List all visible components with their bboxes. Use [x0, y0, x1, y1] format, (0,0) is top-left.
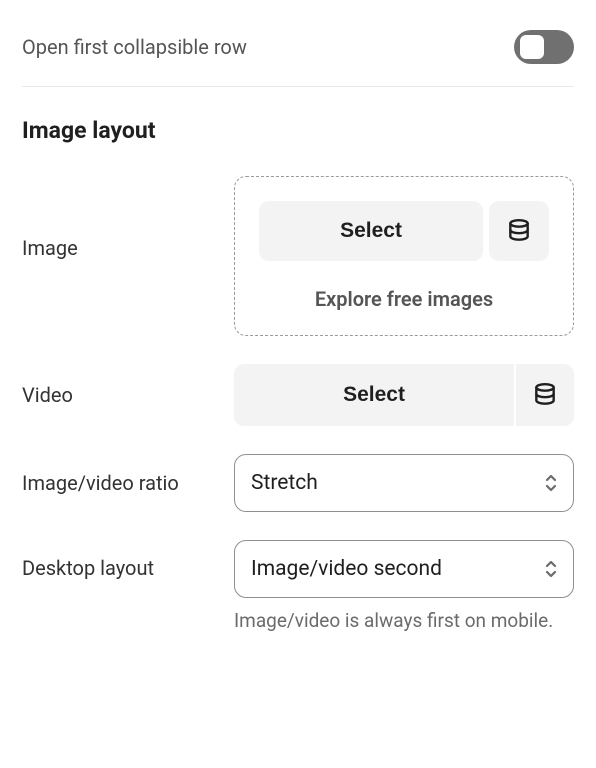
image-row: Image Select Explore free images — [22, 176, 574, 336]
video-row: Video Select — [22, 364, 574, 426]
video-label: Video — [22, 383, 218, 407]
section-title-image-layout: Image layout — [22, 87, 574, 176]
video-select-group: Select — [234, 364, 574, 426]
image-connect-source-button[interactable] — [489, 201, 549, 261]
image-picker-dropzone[interactable]: Select Explore free images — [234, 176, 574, 336]
collapsible-toggle-label: Open first collapsible row — [22, 35, 247, 59]
open-first-collapsible-row: Open first collapsible row — [22, 20, 574, 86]
desktop-layout-select-wrap: Image/video second — [234, 540, 574, 598]
database-icon — [506, 218, 532, 244]
explore-free-images-link[interactable]: Explore free images — [259, 287, 549, 311]
desktop-layout-row: Desktop layout Image/video second Image/… — [22, 540, 574, 634]
collapsible-toggle[interactable] — [514, 30, 574, 64]
ratio-label: Image/video ratio — [22, 471, 218, 495]
toggle-knob — [520, 35, 544, 59]
desktop-layout-helper: Image/video is always first on mobile. — [234, 608, 574, 634]
image-select-group: Select — [259, 201, 549, 261]
video-select-button[interactable]: Select — [234, 364, 514, 426]
ratio-select[interactable]: Stretch — [234, 454, 574, 512]
video-connect-source-button[interactable] — [514, 364, 574, 426]
desktop-layout-label: Desktop layout — [22, 540, 218, 580]
database-icon — [532, 382, 558, 408]
image-label: Image — [22, 176, 218, 260]
desktop-layout-select[interactable]: Image/video second — [234, 540, 574, 598]
ratio-select-wrap: Stretch — [234, 454, 574, 512]
image-select-button[interactable]: Select — [259, 201, 483, 261]
ratio-row: Image/video ratio Stretch — [22, 454, 574, 512]
